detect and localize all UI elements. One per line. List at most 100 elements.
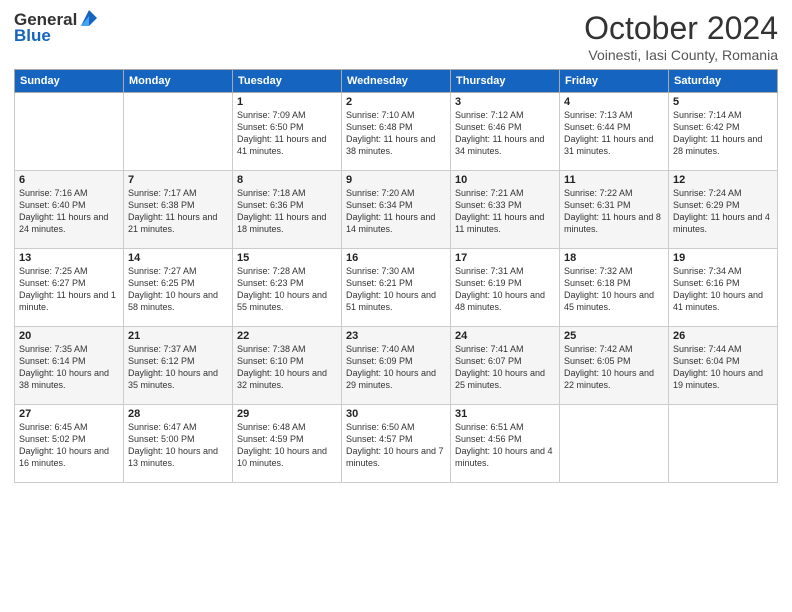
calendar-cell: 11Sunrise: 7:22 AMSunset: 6:31 PMDayligh… (560, 171, 669, 249)
calendar-cell: 12Sunrise: 7:24 AMSunset: 6:29 PMDayligh… (669, 171, 778, 249)
calendar-cell: 20Sunrise: 7:35 AMSunset: 6:14 PMDayligh… (15, 327, 124, 405)
day-number: 29 (237, 408, 337, 420)
day-info: Sunrise: 7:25 AMSunset: 6:27 PMDaylight:… (19, 265, 119, 314)
day-number: 6 (19, 174, 119, 186)
day-info: Sunrise: 7:31 AMSunset: 6:19 PMDaylight:… (455, 265, 555, 314)
calendar-cell: 30Sunrise: 6:50 AMSunset: 4:57 PMDayligh… (342, 405, 451, 483)
day-info: Sunrise: 6:45 AMSunset: 5:02 PMDaylight:… (19, 421, 119, 470)
day-number: 21 (128, 330, 228, 342)
calendar-cell: 10Sunrise: 7:21 AMSunset: 6:33 PMDayligh… (451, 171, 560, 249)
calendar-cell: 9Sunrise: 7:20 AMSunset: 6:34 PMDaylight… (342, 171, 451, 249)
calendar-cell: 28Sunrise: 6:47 AMSunset: 5:00 PMDayligh… (124, 405, 233, 483)
day-info: Sunrise: 7:30 AMSunset: 6:21 PMDaylight:… (346, 265, 446, 314)
day-info: Sunrise: 6:48 AMSunset: 4:59 PMDaylight:… (237, 421, 337, 470)
day-number: 23 (346, 330, 446, 342)
day-number: 15 (237, 252, 337, 264)
day-number: 24 (455, 330, 555, 342)
day-number: 20 (19, 330, 119, 342)
day-number: 18 (564, 252, 664, 264)
day-info: Sunrise: 7:13 AMSunset: 6:44 PMDaylight:… (564, 109, 664, 158)
calendar-cell: 29Sunrise: 6:48 AMSunset: 4:59 PMDayligh… (233, 405, 342, 483)
day-info: Sunrise: 7:18 AMSunset: 6:36 PMDaylight:… (237, 187, 337, 236)
calendar-cell: 8Sunrise: 7:18 AMSunset: 6:36 PMDaylight… (233, 171, 342, 249)
day-number: 11 (564, 174, 664, 186)
day-info: Sunrise: 7:16 AMSunset: 6:40 PMDaylight:… (19, 187, 119, 236)
day-info: Sunrise: 7:41 AMSunset: 6:07 PMDaylight:… (455, 343, 555, 392)
day-info: Sunrise: 7:32 AMSunset: 6:18 PMDaylight:… (564, 265, 664, 314)
calendar-cell: 17Sunrise: 7:31 AMSunset: 6:19 PMDayligh… (451, 249, 560, 327)
calendar-cell: 24Sunrise: 7:41 AMSunset: 6:07 PMDayligh… (451, 327, 560, 405)
day-number: 1 (237, 96, 337, 108)
calendar-cell: 3Sunrise: 7:12 AMSunset: 6:46 PMDaylight… (451, 93, 560, 171)
header-friday: Friday (560, 70, 669, 93)
calendar-cell: 16Sunrise: 7:30 AMSunset: 6:21 PMDayligh… (342, 249, 451, 327)
calendar-cell: 18Sunrise: 7:32 AMSunset: 6:18 PMDayligh… (560, 249, 669, 327)
day-info: Sunrise: 7:35 AMSunset: 6:14 PMDaylight:… (19, 343, 119, 392)
calendar-cell: 31Sunrise: 6:51 AMSunset: 4:56 PMDayligh… (451, 405, 560, 483)
calendar-cell: 2Sunrise: 7:10 AMSunset: 6:48 PMDaylight… (342, 93, 451, 171)
calendar-cell (560, 405, 669, 483)
calendar-cell: 5Sunrise: 7:14 AMSunset: 6:42 PMDaylight… (669, 93, 778, 171)
day-info: Sunrise: 7:27 AMSunset: 6:25 PMDaylight:… (128, 265, 228, 314)
calendar-week-3: 20Sunrise: 7:35 AMSunset: 6:14 PMDayligh… (15, 327, 778, 405)
header-wednesday: Wednesday (342, 70, 451, 93)
month-title: October 2024 (584, 10, 778, 47)
calendar-cell: 22Sunrise: 7:38 AMSunset: 6:10 PMDayligh… (233, 327, 342, 405)
calendar-cell: 14Sunrise: 7:27 AMSunset: 6:25 PMDayligh… (124, 249, 233, 327)
calendar-cell: 26Sunrise: 7:44 AMSunset: 6:04 PMDayligh… (669, 327, 778, 405)
day-number: 19 (673, 252, 773, 264)
day-info: Sunrise: 7:10 AMSunset: 6:48 PMDaylight:… (346, 109, 446, 158)
day-info: Sunrise: 7:14 AMSunset: 6:42 PMDaylight:… (673, 109, 773, 158)
calendar-cell: 6Sunrise: 7:16 AMSunset: 6:40 PMDaylight… (15, 171, 124, 249)
weekday-header-row: Sunday Monday Tuesday Wednesday Thursday… (15, 70, 778, 93)
calendar-cell: 21Sunrise: 7:37 AMSunset: 6:12 PMDayligh… (124, 327, 233, 405)
day-number: 13 (19, 252, 119, 264)
day-number: 10 (455, 174, 555, 186)
day-info: Sunrise: 7:37 AMSunset: 6:12 PMDaylight:… (128, 343, 228, 392)
calendar-cell (15, 93, 124, 171)
day-number: 5 (673, 96, 773, 108)
calendar-table: Sunday Monday Tuesday Wednesday Thursday… (14, 69, 778, 483)
day-number: 22 (237, 330, 337, 342)
calendar-cell (124, 93, 233, 171)
header-saturday: Saturday (669, 70, 778, 93)
day-number: 27 (19, 408, 119, 420)
day-info: Sunrise: 7:44 AMSunset: 6:04 PMDaylight:… (673, 343, 773, 392)
calendar-cell: 4Sunrise: 7:13 AMSunset: 6:44 PMDaylight… (560, 93, 669, 171)
day-info: Sunrise: 7:12 AMSunset: 6:46 PMDaylight:… (455, 109, 555, 158)
day-info: Sunrise: 6:51 AMSunset: 4:56 PMDaylight:… (455, 421, 555, 470)
calendar-cell: 19Sunrise: 7:34 AMSunset: 6:16 PMDayligh… (669, 249, 778, 327)
day-info: Sunrise: 7:40 AMSunset: 6:09 PMDaylight:… (346, 343, 446, 392)
header: General Blue October 2024 Voinesti, Iasi… (14, 10, 778, 63)
calendar-cell: 15Sunrise: 7:28 AMSunset: 6:23 PMDayligh… (233, 249, 342, 327)
calendar-cell: 7Sunrise: 7:17 AMSunset: 6:38 PMDaylight… (124, 171, 233, 249)
day-info: Sunrise: 7:21 AMSunset: 6:33 PMDaylight:… (455, 187, 555, 236)
page: General Blue October 2024 Voinesti, Iasi… (0, 0, 792, 612)
header-tuesday: Tuesday (233, 70, 342, 93)
header-thursday: Thursday (451, 70, 560, 93)
day-number: 9 (346, 174, 446, 186)
calendar-week-4: 27Sunrise: 6:45 AMSunset: 5:02 PMDayligh… (15, 405, 778, 483)
day-info: Sunrise: 7:24 AMSunset: 6:29 PMDaylight:… (673, 187, 773, 236)
day-number: 2 (346, 96, 446, 108)
day-number: 30 (346, 408, 446, 420)
day-info: Sunrise: 6:47 AMSunset: 5:00 PMDaylight:… (128, 421, 228, 470)
day-number: 26 (673, 330, 773, 342)
header-monday: Monday (124, 70, 233, 93)
calendar-cell: 1Sunrise: 7:09 AMSunset: 6:50 PMDaylight… (233, 93, 342, 171)
logo-icon (79, 8, 97, 28)
day-info: Sunrise: 7:09 AMSunset: 6:50 PMDaylight:… (237, 109, 337, 158)
day-number: 12 (673, 174, 773, 186)
day-number: 3 (455, 96, 555, 108)
day-number: 14 (128, 252, 228, 264)
calendar-week-2: 13Sunrise: 7:25 AMSunset: 6:27 PMDayligh… (15, 249, 778, 327)
calendar-cell: 23Sunrise: 7:40 AMSunset: 6:09 PMDayligh… (342, 327, 451, 405)
calendar-cell: 13Sunrise: 7:25 AMSunset: 6:27 PMDayligh… (15, 249, 124, 327)
day-info: Sunrise: 7:28 AMSunset: 6:23 PMDaylight:… (237, 265, 337, 314)
day-number: 16 (346, 252, 446, 264)
day-info: Sunrise: 6:50 AMSunset: 4:57 PMDaylight:… (346, 421, 446, 470)
logo: General Blue (14, 10, 97, 46)
calendar-cell (669, 405, 778, 483)
calendar-cell: 25Sunrise: 7:42 AMSunset: 6:05 PMDayligh… (560, 327, 669, 405)
title-block: October 2024 Voinesti, Iasi County, Roma… (584, 10, 778, 63)
